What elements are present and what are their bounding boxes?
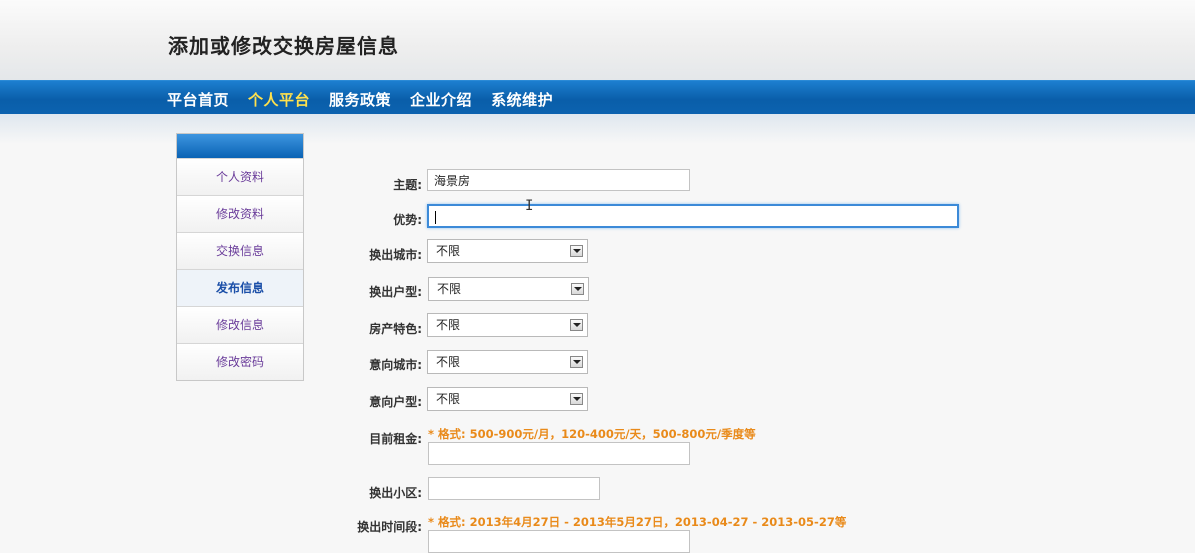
nav-personal[interactable]: 个人平台 xyxy=(248,89,310,110)
target-layout-label: 意向户型: xyxy=(369,395,422,409)
subject-label: 主题: xyxy=(393,178,422,192)
nav-home[interactable]: 平台首页 xyxy=(167,89,229,110)
chevron-down-icon[interactable] xyxy=(570,319,583,331)
text-cursor-icon: I xyxy=(525,198,534,214)
nav-policy[interactable]: 服务政策 xyxy=(329,89,391,110)
sidebar-header xyxy=(177,134,303,158)
rent-input[interactable] xyxy=(428,442,690,465)
out-layout-select[interactable]: 不限 xyxy=(428,277,589,301)
advantage-input[interactable] xyxy=(427,204,959,228)
community-label: 换出小区: xyxy=(369,486,422,500)
period-input[interactable] xyxy=(428,530,690,553)
chevron-down-icon[interactable] xyxy=(570,245,583,257)
out-city-label: 换出城市: xyxy=(369,248,422,262)
chevron-down-icon[interactable] xyxy=(570,356,583,368)
subject-input[interactable]: 海景房 xyxy=(427,169,690,191)
chevron-down-icon[interactable] xyxy=(570,393,583,405)
target-city-select[interactable]: 不限 xyxy=(427,350,588,374)
period-hint: * 格式: 2013年4月27日 - 2013年5月27日，2013-04-27… xyxy=(428,515,847,529)
out-layout-label: 换出户型: xyxy=(369,285,422,299)
nav-maintenance[interactable]: 系统维护 xyxy=(491,89,553,110)
advantage-label: 优势: xyxy=(393,213,422,227)
sidebar-item-edit-info[interactable]: 修改信息 xyxy=(177,306,303,343)
out-layout-value: 不限 xyxy=(437,282,462,296)
community-input[interactable] xyxy=(428,477,600,500)
out-city-value: 不限 xyxy=(436,244,461,258)
target-city-value: 不限 xyxy=(436,355,461,369)
target-layout-value: 不限 xyxy=(436,392,461,406)
rent-hint: * 格式: 500-900元/月，120-400元/天，500-800元/季度等 xyxy=(428,427,756,441)
sidebar-item-profile[interactable]: 个人资料 xyxy=(177,158,303,195)
chevron-down-icon[interactable] xyxy=(571,283,584,295)
sidebar-item-exchange-info[interactable]: 交换信息 xyxy=(177,232,303,269)
rent-label: 目前租金: xyxy=(369,432,422,446)
target-layout-select[interactable]: 不限 xyxy=(427,387,588,411)
feature-select[interactable]: 不限 xyxy=(427,313,588,337)
sidebar-item-publish-info[interactable]: 发布信息 xyxy=(177,269,303,306)
sidebar: 个人资料 修改资料 交换信息 发布信息 修改信息 修改密码 xyxy=(176,133,304,381)
feature-value: 不限 xyxy=(436,318,461,332)
page-title: 添加或修改交换房屋信息 xyxy=(168,34,399,58)
main-nav: 平台首页 个人平台 服务政策 企业介绍 系统维护 xyxy=(0,80,1195,115)
period-label: 换出时间段: xyxy=(357,520,422,534)
nav-company[interactable]: 企业介绍 xyxy=(410,89,472,110)
text-caret xyxy=(435,211,436,224)
sidebar-item-change-password[interactable]: 修改密码 xyxy=(177,343,303,380)
sidebar-item-edit-profile[interactable]: 修改资料 xyxy=(177,195,303,232)
target-city-label: 意向城市: xyxy=(369,358,422,372)
out-city-select[interactable]: 不限 xyxy=(427,239,588,263)
feature-label: 房产特色: xyxy=(369,322,422,336)
